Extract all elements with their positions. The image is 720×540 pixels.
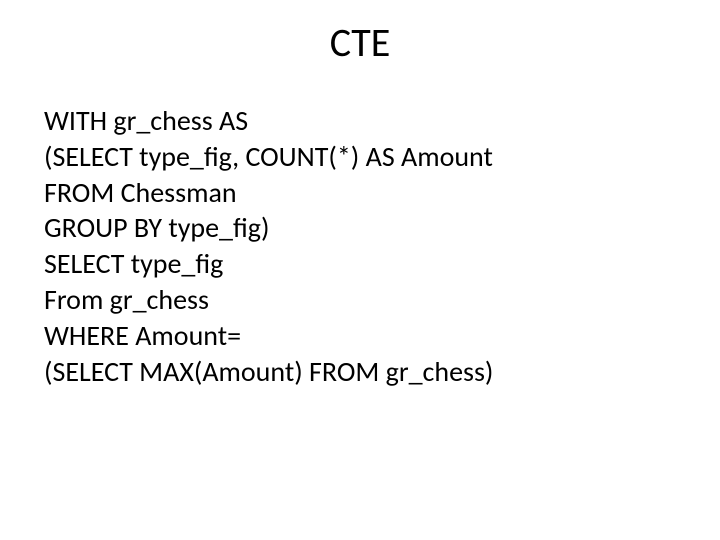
slide-container: CTE WITH gr_chess AS (SELECT type_fig, C… [0, 0, 720, 540]
code-line: GROUP BY type_fig) [44, 210, 680, 246]
sql-code-block: WITH gr_chess AS (SELECT type_fig, COUNT… [40, 103, 680, 390]
code-line: (SELECT MAX(Amount) FROM gr_chess) [44, 354, 680, 390]
code-line: FROM Chessman [44, 175, 680, 211]
code-line: WHERE Amount= [44, 318, 680, 354]
code-line: From gr_chess [44, 282, 680, 318]
slide-title: CTE [40, 18, 680, 67]
code-line: SELECT type_fig [44, 246, 680, 282]
code-line: (SELECT type_fig, COUNT(*) AS Amount [44, 139, 680, 175]
code-line: WITH gr_chess AS [44, 103, 680, 139]
